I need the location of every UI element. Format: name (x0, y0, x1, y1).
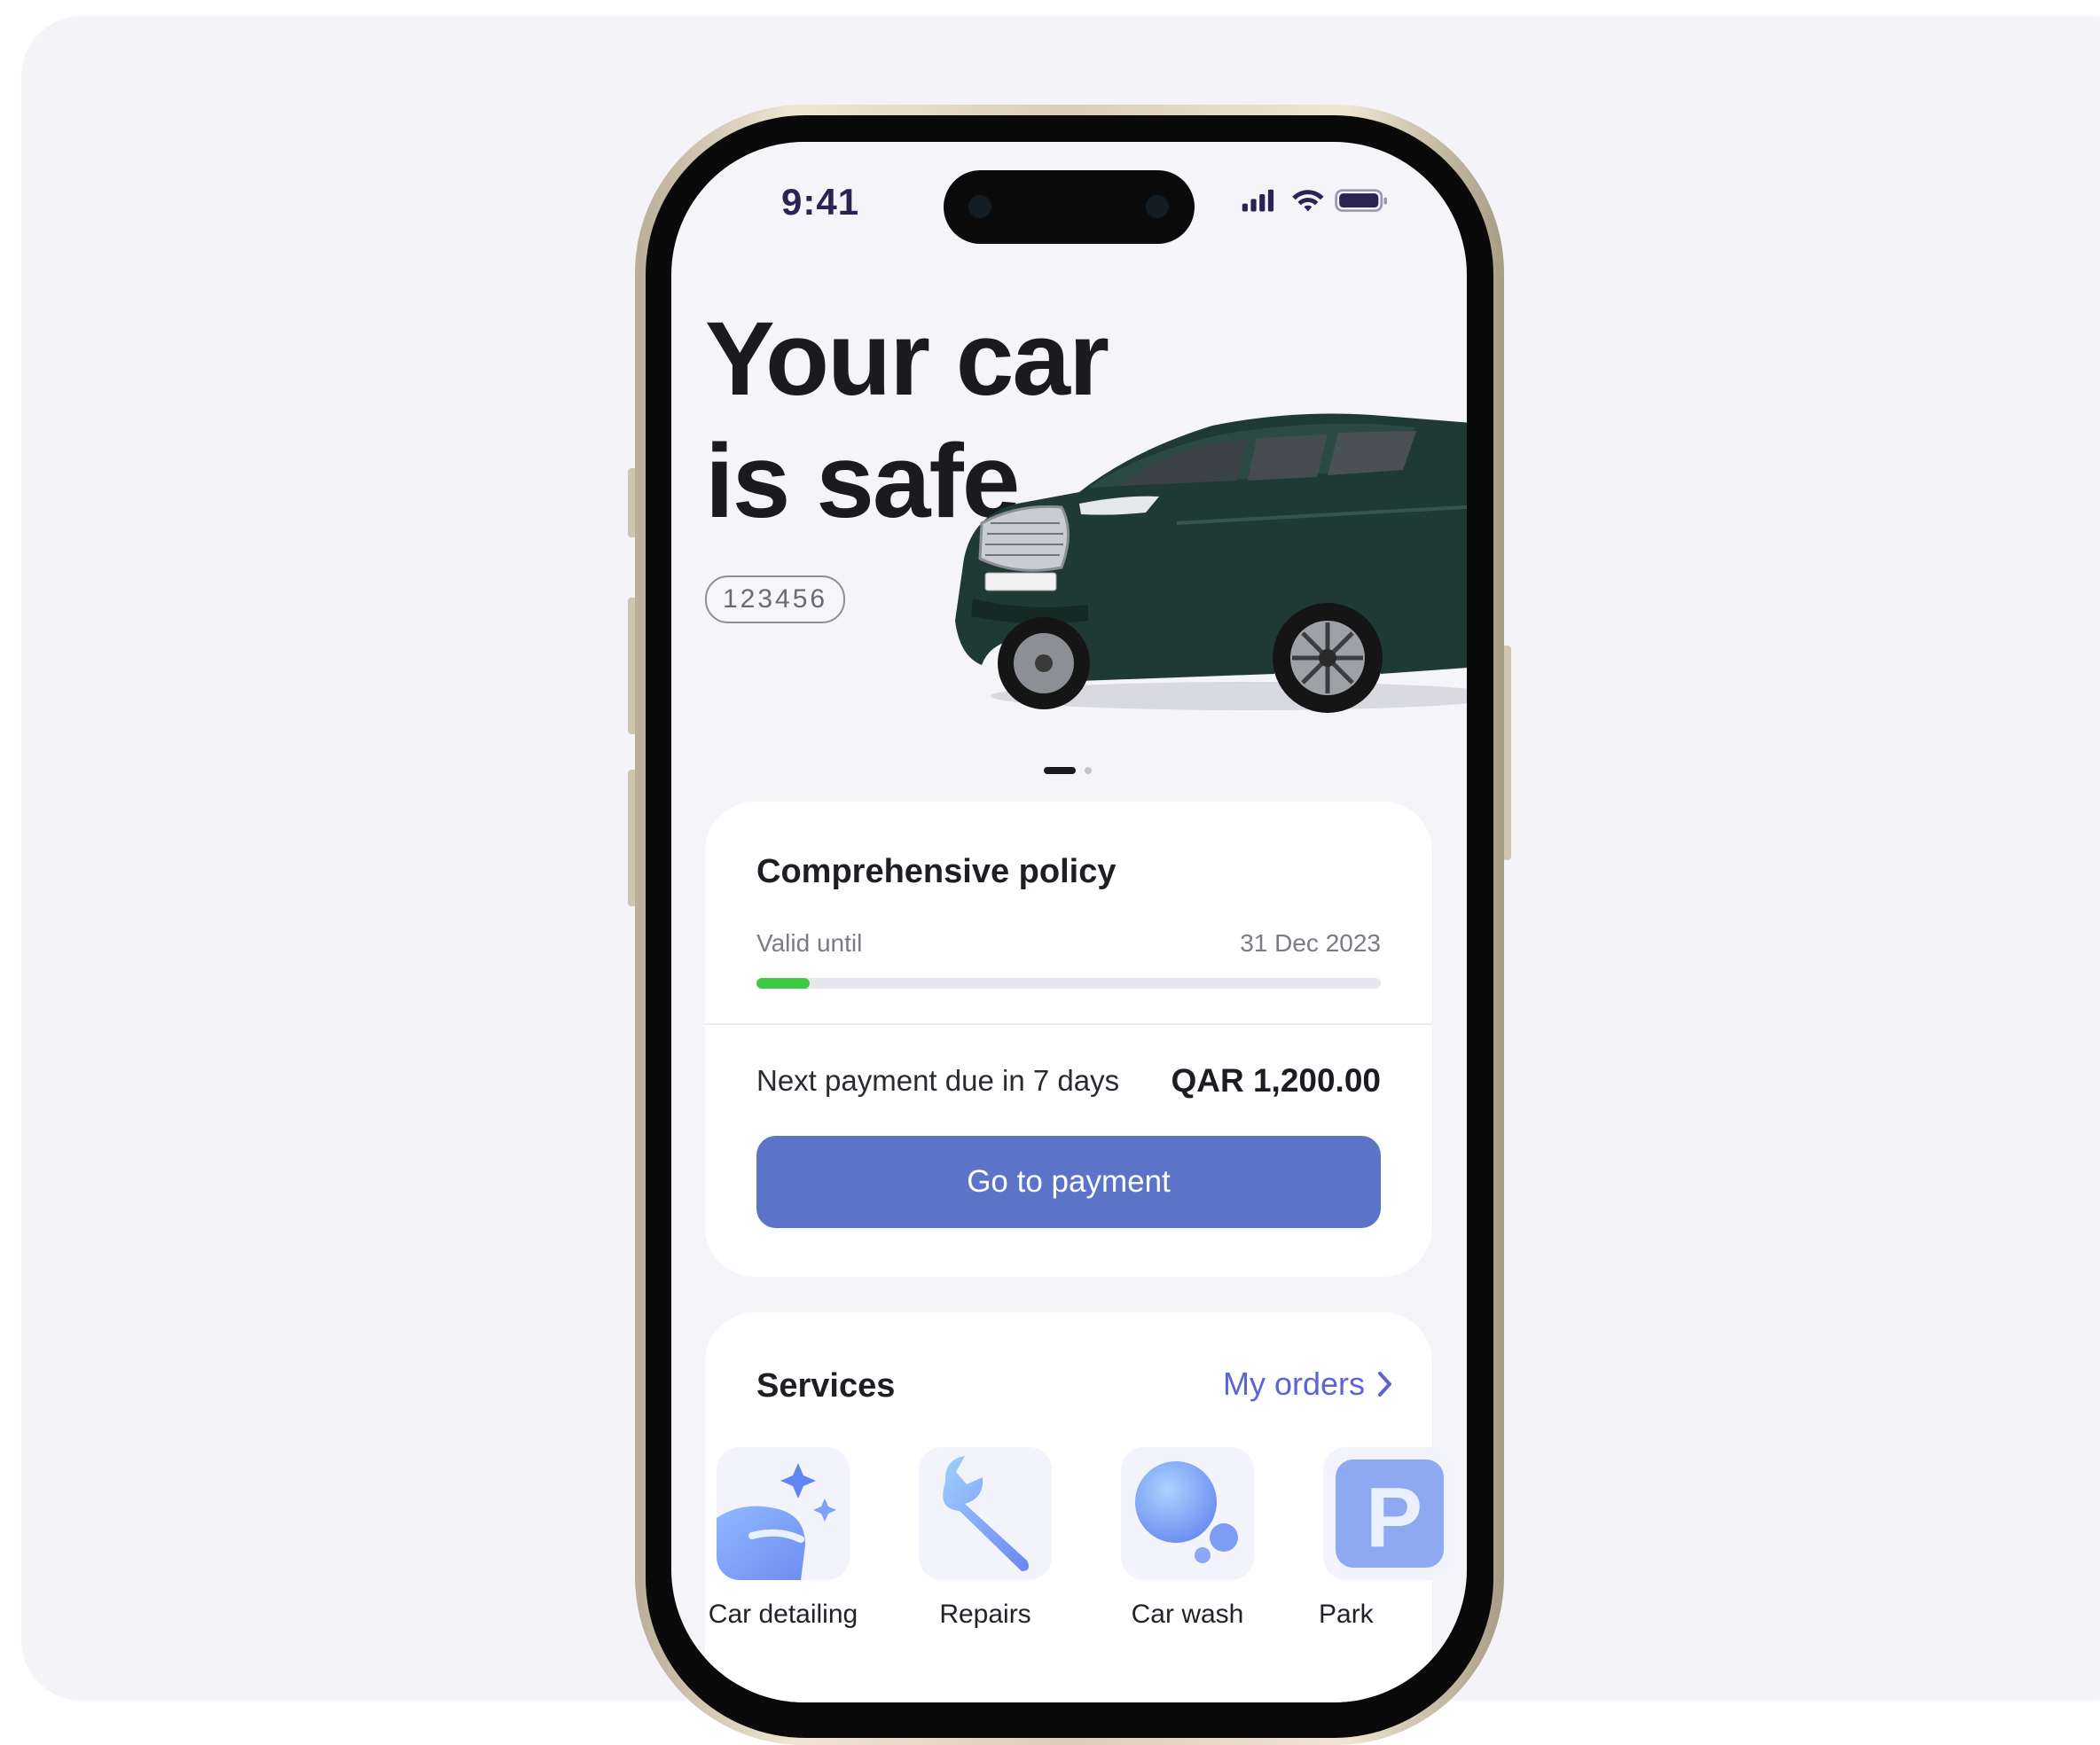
battery-icon (1335, 189, 1387, 212)
payment-amount: QAR 1,200.00 (1171, 1062, 1381, 1099)
service-label: Car detailing (708, 1600, 858, 1629)
car-detailing-icon (717, 1447, 850, 1580)
card-divider (705, 1023, 1432, 1025)
carousel-dot[interactable] (1085, 767, 1092, 774)
signal-icon (1242, 189, 1274, 212)
my-orders-label: My orders (1222, 1365, 1365, 1402)
valid-until-label: Valid until (756, 929, 863, 957)
svg-text:P: P (1366, 1470, 1422, 1565)
status-icons (1242, 189, 1387, 212)
services-card: Services My orders Car detailing Repairs… (705, 1312, 1456, 1702)
service-label: Park (1319, 1600, 1374, 1629)
service-repairs[interactable]: Repairs (897, 1447, 1074, 1630)
my-orders-link[interactable]: My orders (1223, 1365, 1393, 1403)
policy-card: Comprehensive policy Valid until 31 Dec … (705, 802, 1432, 1277)
policy-progress-bar (756, 978, 1381, 989)
car-image[interactable] (955, 399, 1467, 718)
valid-until-date: 31 Dec 2023 (1240, 929, 1381, 957)
service-car-wash[interactable]: Car wash (1099, 1447, 1276, 1630)
parking-icon: P (1323, 1447, 1456, 1580)
chevron-right-icon (1378, 1372, 1391, 1397)
services-title: Services (756, 1367, 896, 1405)
service-car-detailing[interactable]: Car detailing (694, 1447, 872, 1630)
bubbles-icon (1121, 1447, 1254, 1580)
wrench-icon (919, 1447, 1052, 1580)
dynamic-island (944, 170, 1195, 244)
service-label: Car wash (1131, 1600, 1244, 1629)
go-to-payment-button[interactable]: Go to payment (756, 1136, 1381, 1228)
status-time: 9:41 (781, 181, 860, 223)
policy-progress-fill (756, 978, 810, 989)
service-parking[interactable]: P Park (1301, 1447, 1467, 1630)
policy-title: Comprehensive policy (756, 853, 1117, 890)
plate-number-badge: 123456 (705, 575, 846, 623)
wifi-icon (1292, 190, 1324, 212)
phone-screen: 9:41 Your car is safe 123456 Comprehensi… (671, 142, 1467, 1702)
service-label: Repairs (939, 1600, 1031, 1629)
payment-due-label: Next payment due in 7 days (756, 1064, 1120, 1097)
carousel-dot-active[interactable] (1044, 767, 1076, 774)
